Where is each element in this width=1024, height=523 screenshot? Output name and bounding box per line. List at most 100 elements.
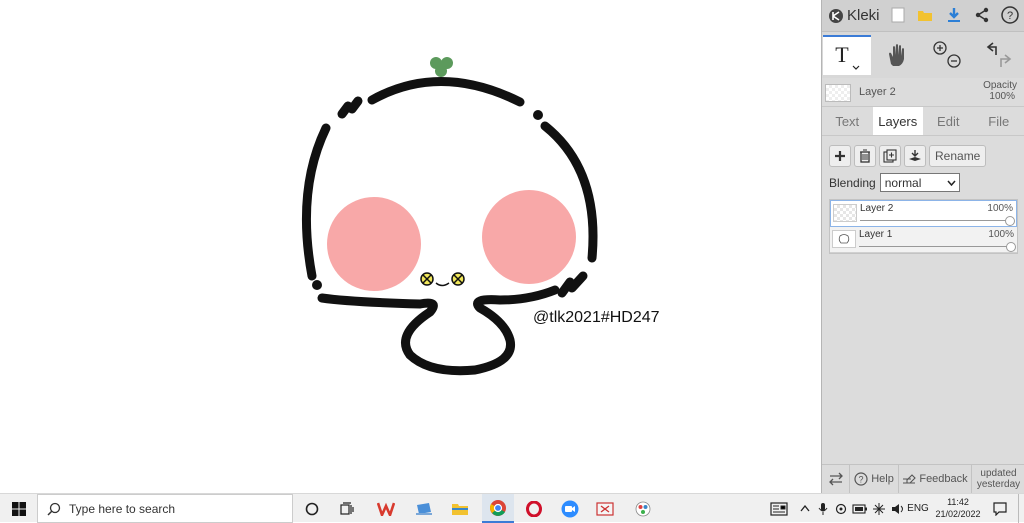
open-folder-icon[interactable] bbox=[915, 5, 935, 25]
language-indicator[interactable]: ENG bbox=[906, 494, 930, 523]
tab-edit[interactable]: Edit bbox=[923, 107, 974, 135]
layer-opacity-knob[interactable] bbox=[1005, 216, 1015, 226]
tool-row: T bbox=[822, 32, 1024, 78]
help-label: Help bbox=[871, 473, 894, 485]
task-view-icon bbox=[340, 502, 356, 516]
layer-opacity-slider[interactable] bbox=[860, 220, 1013, 221]
blending-row: Blending normal bbox=[829, 173, 1024, 192]
delete-layer-button[interactable] bbox=[854, 145, 876, 167]
swap-side-button[interactable] bbox=[822, 465, 850, 493]
cortana-button[interactable] bbox=[300, 494, 324, 523]
task-view-button[interactable] bbox=[336, 494, 360, 523]
layer-item-1[interactable]: Layer 1 100% bbox=[830, 227, 1017, 253]
opacity-value: 100% bbox=[989, 91, 1015, 102]
opacity-label: Opacity bbox=[983, 80, 1017, 91]
add-layer-button[interactable] bbox=[829, 145, 851, 167]
merge-down-button[interactable] bbox=[904, 145, 926, 167]
layer-actions: Rename bbox=[829, 145, 1024, 167]
current-layer-name: Layer 2 bbox=[859, 86, 896, 98]
webcam-icon[interactable] bbox=[833, 494, 849, 523]
tab-layers[interactable]: Layers bbox=[873, 107, 924, 135]
kleki-logo[interactable]: Kleki bbox=[828, 7, 880, 24]
head-outline-left bbox=[306, 128, 326, 276]
panel-footer: ? Help Feedback updated yesterday bbox=[822, 464, 1024, 493]
system-clock[interactable]: 11:42 21/02/2022 bbox=[932, 496, 984, 520]
share-icon[interactable] bbox=[972, 5, 992, 25]
paint-app-icon[interactable] bbox=[631, 494, 655, 523]
show-desktop-button[interactable] bbox=[1018, 494, 1024, 523]
layer-name: Layer 2 bbox=[860, 203, 893, 214]
start-button[interactable] bbox=[0, 494, 37, 523]
blending-value: normal bbox=[885, 176, 922, 190]
news-widget-icon[interactable] bbox=[768, 494, 790, 523]
layer-list: Layer 2 100% Layer 1 100% bbox=[829, 199, 1018, 254]
undo-redo-icon bbox=[979, 39, 1015, 71]
chevron-up-icon[interactable] bbox=[797, 494, 813, 523]
zoom-meetings-icon[interactable] bbox=[558, 494, 582, 523]
current-layer-summary: Layer 2 Opacity 100% bbox=[822, 78, 1024, 107]
network-icon[interactable] bbox=[870, 494, 888, 523]
kleki-logo-icon bbox=[828, 8, 844, 24]
opera-icon[interactable] bbox=[522, 494, 546, 523]
zoom-in-out-icon bbox=[929, 39, 965, 71]
layer-opacity-slider[interactable] bbox=[859, 246, 1014, 247]
tab-file[interactable]: File bbox=[974, 107, 1024, 135]
taskbar-search[interactable]: Type here to search bbox=[37, 494, 293, 523]
help-icon[interactable]: ? bbox=[1000, 5, 1020, 25]
hand-tool-button[interactable] bbox=[873, 35, 921, 75]
new-file-icon[interactable] bbox=[888, 5, 908, 25]
panel-tabs: Text Layers Edit File bbox=[822, 107, 1024, 136]
layer-item-2[interactable]: Layer 2 100% bbox=[830, 200, 1017, 227]
wps-office-icon[interactable] bbox=[374, 494, 398, 523]
right-blush bbox=[482, 190, 576, 284]
head-outline bbox=[372, 81, 520, 102]
updated-info: updated yesterday bbox=[972, 465, 1024, 493]
hand-icon bbox=[885, 42, 909, 68]
chevron-down-icon bbox=[947, 180, 956, 186]
laptop-app-icon[interactable] bbox=[412, 494, 436, 523]
feedback-icon bbox=[902, 473, 916, 485]
feedback-button[interactable]: Feedback bbox=[899, 465, 972, 493]
help-button[interactable]: ? Help bbox=[850, 465, 899, 493]
clock-date: 21/02/2022 bbox=[932, 508, 984, 520]
tool-panel: Kleki ? T Layer 2 bbox=[821, 0, 1024, 493]
layer-opacity: 100% bbox=[988, 229, 1014, 240]
plus-icon bbox=[834, 150, 846, 162]
battery-icon[interactable] bbox=[851, 494, 869, 523]
tab-text[interactable]: Text bbox=[822, 107, 873, 135]
face-features bbox=[421, 273, 464, 286]
swap-arrows-icon bbox=[828, 472, 844, 486]
clock-time: 11:42 bbox=[932, 496, 984, 508]
drawing-canvas[interactable]: @tlk2021#HD247 bbox=[0, 0, 821, 493]
text-tool-icon: T bbox=[832, 40, 862, 72]
rename-layer-button[interactable]: Rename bbox=[929, 145, 986, 167]
feedback-label: Feedback bbox=[919, 473, 967, 485]
zoom-controls[interactable] bbox=[925, 35, 969, 75]
left-blush bbox=[327, 197, 421, 291]
file-explorer-icon[interactable] bbox=[448, 494, 472, 523]
search-placeholder: Type here to search bbox=[69, 502, 175, 516]
snipping-tool-icon[interactable] bbox=[593, 494, 617, 523]
windows-logo-icon bbox=[12, 502, 26, 516]
svg-text:T: T bbox=[835, 42, 849, 67]
drawing-artwork bbox=[0, 0, 821, 493]
app-name: Kleki bbox=[847, 7, 880, 24]
app-topbar: Kleki ? bbox=[822, 0, 1024, 32]
blending-label: Blending bbox=[829, 176, 876, 190]
microphone-icon[interactable] bbox=[815, 494, 831, 523]
chrome-icon[interactable] bbox=[482, 494, 514, 523]
svg-text:?: ? bbox=[1007, 10, 1013, 22]
bottom-outline bbox=[322, 290, 555, 371]
volume-icon[interactable] bbox=[889, 494, 907, 523]
question-circle-icon: ? bbox=[854, 472, 868, 486]
text-tool-button[interactable]: T bbox=[823, 35, 871, 75]
notification-icon[interactable] bbox=[990, 494, 1010, 523]
layer-opacity-knob[interactable] bbox=[1006, 242, 1016, 252]
blending-select[interactable]: normal bbox=[880, 173, 960, 192]
undo-redo-controls[interactable] bbox=[974, 35, 1020, 75]
duplicate-layer-button[interactable] bbox=[879, 145, 901, 167]
download-icon[interactable] bbox=[944, 5, 964, 25]
layer-thumbnail bbox=[825, 84, 851, 102]
layer-opacity: 100% bbox=[987, 203, 1013, 214]
trash-icon bbox=[859, 149, 871, 163]
